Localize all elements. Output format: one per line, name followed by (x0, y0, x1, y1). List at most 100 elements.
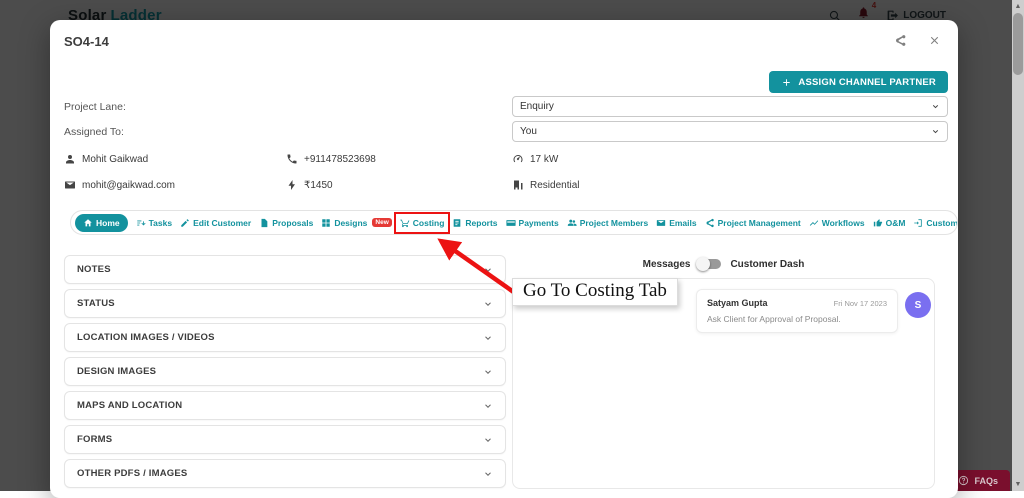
avatar: S (905, 292, 931, 318)
tab-edit-customer[interactable]: Edit Customer (180, 218, 251, 228)
tab-tasks[interactable]: Tasks (136, 218, 172, 228)
tab-home[interactable]: Home (75, 214, 128, 232)
project-lane-label: Project Lane: (64, 101, 126, 113)
modal-actions (894, 34, 941, 47)
accordion-label: MAPS AND LOCATION (77, 400, 182, 411)
chevron-down-icon (483, 401, 493, 411)
chevron-down-icon (931, 127, 940, 136)
thumb-up-icon (873, 218, 883, 228)
faqs-label: FAQs (974, 476, 998, 486)
tab-label: Edit Customer (193, 218, 251, 228)
accordion-label: FORMS (77, 434, 112, 445)
tab-payments[interactable]: Payments (506, 218, 559, 228)
accordion-label: NOTES (77, 264, 111, 275)
tab-label: Designs (334, 218, 367, 228)
assigned-to-select[interactable]: You (512, 121, 948, 142)
share-icon[interactable] (894, 34, 907, 47)
chevron-down-icon (483, 367, 493, 377)
messages-customerdash-toggle[interactable] (699, 259, 721, 269)
accordion-list: NOTES STATUS LOCATION IMAGES / VIDEOS DE… (64, 255, 506, 493)
message-card: Satyam Gupta Fri Nov 17 2023 Ask Client … (696, 289, 898, 333)
accordion-label: LOCATION IMAGES / VIDEOS (77, 332, 215, 343)
accordion-forms[interactable]: FORMS (64, 425, 506, 454)
building-icon (512, 179, 524, 191)
chevron-down-icon (483, 299, 493, 309)
scrollbar-thumb[interactable] (1013, 13, 1023, 75)
messages-toggle-label[interactable]: Messages (643, 259, 691, 270)
project-tab-bar: Home Tasks Edit Customer Proposals Desig… (70, 210, 958, 235)
accordion-location-images[interactable]: LOCATION IMAGES / VIDEOS (64, 323, 506, 352)
home-icon (83, 218, 93, 228)
accordion-label: DESIGN IMAGES (77, 366, 156, 377)
customer-dash-toggle-label[interactable]: Customer Dash (730, 259, 804, 270)
user-icon (64, 153, 76, 165)
chevron-down-icon (931, 102, 940, 111)
tab-om[interactable]: O&M (873, 218, 906, 228)
customer-tariff: ₹1450 (286, 179, 333, 191)
tab-project-members[interactable]: Project Members (567, 218, 649, 228)
envelope-icon (656, 218, 666, 228)
project-lane-select[interactable]: Enquiry (512, 96, 948, 117)
page-scrollbar[interactable]: ▲ ▼ (1012, 0, 1024, 491)
grid-icon (321, 218, 331, 228)
chevron-down-icon (483, 265, 493, 275)
accordion-other-pdfs[interactable]: OTHER PDFS / IMAGES (64, 459, 506, 488)
tab-label: Home (96, 218, 120, 228)
tasks-icon (136, 218, 146, 228)
tab-proposals[interactable]: Proposals (259, 218, 313, 228)
gauge-icon (512, 153, 524, 165)
accordion-maps-location[interactable]: MAPS AND LOCATION (64, 391, 506, 420)
chevron-down-icon (483, 435, 493, 445)
tab-emails[interactable]: Emails (656, 218, 696, 228)
tab-costing[interactable]: Costing (400, 218, 445, 228)
tab-designs[interactable]: Designs New (321, 218, 391, 228)
plus-icon (781, 77, 792, 88)
assign-channel-partner-button[interactable]: ASSIGN CHANNEL PARTNER (769, 71, 948, 93)
report-icon (452, 218, 462, 228)
assign-button-label: ASSIGN CHANNEL PARTNER (798, 77, 936, 88)
tab-label: Proposals (272, 218, 313, 228)
help-icon (958, 475, 969, 486)
scroll-down-arrow[interactable]: ▼ (1015, 478, 1022, 491)
trend-icon (809, 218, 819, 228)
customer-segment: Residential (512, 179, 579, 191)
accordion-notes[interactable]: NOTES (64, 255, 506, 284)
assigned-to-label: Assigned To: (64, 126, 124, 138)
tab-customer-dash[interactable]: Customer Dash (913, 218, 958, 228)
nodes-icon (705, 218, 715, 228)
scroll-up-arrow[interactable]: ▲ (1015, 0, 1022, 13)
tab-label: Workflows (822, 218, 865, 228)
tab-label: Costing (413, 218, 445, 228)
system-capacity: 17 kW (512, 153, 558, 165)
tab-label: Project Management (718, 218, 801, 228)
project-detail-modal: SO4-14 ASSIGN CHANNEL PARTNER Project La… (50, 20, 958, 498)
project-lane-value: Enquiry (520, 101, 554, 112)
project-title: SO4-14 (64, 34, 109, 49)
message-date: Fri Nov 17 2023 (834, 299, 887, 308)
exit-icon (913, 218, 923, 228)
tab-workflows[interactable]: Workflows (809, 218, 865, 228)
people-icon (567, 218, 577, 228)
mail-icon (64, 179, 76, 191)
tab-label: Tasks (149, 218, 172, 228)
pencil-icon (180, 218, 190, 228)
tab-label: Customer Dash (926, 218, 958, 228)
customer-name: Mohit Gaikwad (64, 153, 148, 165)
tab-project-management[interactable]: Project Management (705, 218, 801, 228)
accordion-label: OTHER PDFS / IMAGES (77, 468, 187, 479)
message-author: Satyam Gupta (707, 298, 768, 308)
accordion-status[interactable]: STATUS (64, 289, 506, 318)
file-icon (259, 218, 269, 228)
tab-label: Payments (519, 218, 559, 228)
tab-label: Project Members (580, 218, 649, 228)
tab-label: O&M (886, 218, 906, 228)
accordion-design-images[interactable]: DESIGN IMAGES (64, 357, 506, 386)
customer-email: mohit@gaikwad.com (64, 179, 175, 191)
message-text: Ask Client for Approval of Proposal. (707, 314, 887, 324)
card-icon (506, 218, 516, 228)
assigned-to-value: You (520, 126, 537, 137)
chevron-down-icon (483, 469, 493, 479)
tab-reports[interactable]: Reports (452, 218, 497, 228)
bolt-icon (286, 179, 298, 191)
close-icon[interactable] (928, 34, 941, 47)
